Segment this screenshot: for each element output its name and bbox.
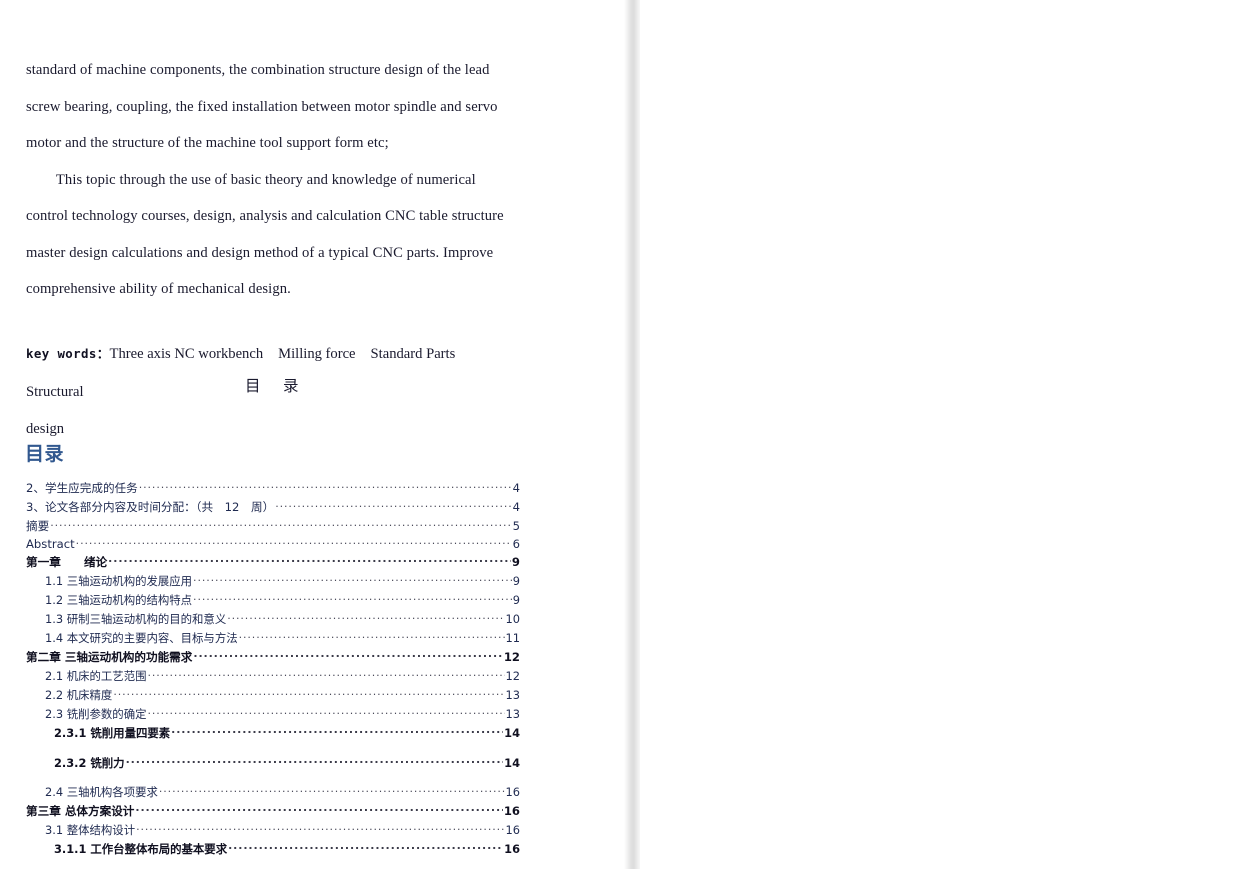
toc-entry-label: 3.1.1 工作台整体布局的基本要求 [54,842,228,857]
toc-page-number: 10 [505,612,521,627]
toc-dot-leader [228,842,503,853]
toc-entry[interactable]: 2、学生应完成的任务 4 [26,480,520,496]
toc-page-number: 13 [505,707,521,722]
toc-entry[interactable]: 2.4 三轴机构各项要求 16 [26,784,520,800]
centered-contents-title: 目录 [26,374,518,396]
toc-page-number: 9 [512,574,520,589]
toc-entry-label: 1.2 三轴运动机构的结构特点 [45,593,193,608]
keywords-wrapped-tail: design [26,420,65,437]
toc-page-number: 12 [505,669,521,684]
abstract-paragraph: standard of machine components, the comb… [26,62,498,151]
toc-entry-label: 2.1 机床的工艺范围 [45,669,147,684]
toc-entry[interactable]: 第三章 总体方案设计 16 [26,803,520,819]
toc-entry-label: 3.1 整体结构设计 [45,823,136,838]
toc-entry[interactable]: 2.2 机床精度 13 [26,687,520,703]
keyword-term: Standard Parts [370,345,456,362]
toc-dot-leader [171,726,503,737]
toc-page-number: 5 [512,518,520,533]
toc-dot-leader [147,669,504,680]
toc-dot-leader [193,650,503,662]
page-title: 目录 [25,443,65,465]
toc-entry[interactable]: 2.1 机床的工艺范围 12 [26,668,520,684]
toc-entry[interactable]: 1.4 本文研究的主要内容、目标与方法 11 [26,630,520,646]
toc-page-number: 11 [505,631,521,646]
toc-dot-leader [239,631,505,642]
toc-entry-label: 1.1 三轴运动机构的发展应用 [45,574,193,589]
toc-entry[interactable]: 摘要 5 [26,518,520,534]
toc-dot-leader [108,555,511,567]
toc-entry[interactable]: 2.3.1 铣削用量四要素 14 [26,725,520,741]
toc-entry-label: 2.3.1 铣削用量四要素 [54,726,171,741]
keyword-term: Milling force [278,345,356,362]
toc-entry[interactable]: 1.1 三轴运动机构的发展应用 9 [26,573,520,589]
toc-dot-leader [76,537,512,549]
toc-entry[interactable]: 2.3.2 铣削力 14 [26,755,520,771]
toc-entry-label: Abstract [26,537,75,552]
toc-page-number: 14 [504,726,520,741]
toc-entry[interactable]: Abstract 6 [26,537,520,552]
toc-dot-leader [126,755,504,766]
toc-page-number: 16 [503,804,520,819]
abstract-paragraph: This topic through the use of basic theo… [26,171,504,298]
toc-entry-label: 第二章 三轴运动机构的功能需求 [26,650,193,665]
toc-page-number: 14 [504,755,520,770]
toc-page-number: 9 [511,555,520,570]
toc-entry-label: 2.3 铣削参数的确定 [45,707,147,722]
contents-title-char-2: 录 [283,378,300,395]
toc-entry-label: 第一章 绪论 [26,555,108,570]
keywords-label: key words： [26,345,110,361]
toc-dot-leader [147,707,504,718]
toc-entry[interactable]: 3.1 整体结构设计 16 [26,822,520,838]
toc-dot-leader [113,688,504,699]
toc-dot-leader [275,499,511,511]
toc-entry-label: 1.3 研制三轴运动机构的目的和意义 [45,612,227,627]
toc-dot-leader [227,612,504,623]
toc-entry[interactable]: 第一章 绪论 9 [26,554,520,570]
toc-entry[interactable]: 1.3 研制三轴运动机构的目的和意义 10 [26,611,520,627]
document-viewer[interactable]: standard of machine components, the comb… [0,0,1251,869]
toc-page-number: 12 [503,650,520,665]
toc-entry-label: 2、学生应完成的任务 [26,480,138,495]
toc-page-number: 16 [505,823,521,838]
toc-entry[interactable]: 2.3 铣削参数的确定 13 [26,706,520,722]
toc-entry[interactable]: 1.2 三轴运动机构的结构特点 9 [26,592,520,608]
document-page-left: standard of machine components, the comb… [0,0,628,869]
toc-entry-label: 1.4 本文研究的主要内容、目标与方法 [45,631,238,646]
toc-dot-leader [139,480,512,492]
document-page-right: 3.1.2 工作台总体布局的设计173.1.3 三轴铣削工作台的机械结构193.… [640,0,1251,869]
toc-page-number: 4 [512,480,520,495]
toc-entry-label: 摘要 [26,518,50,533]
toc-entry-label: 3、论文各部分内容及时间分配：（共 12 周） [26,499,275,514]
toc-dot-leader [193,574,512,585]
toc-entry[interactable]: 3.1.1 工作台整体布局的基本要求 16 [26,841,520,857]
toc-entry-label: 第三章 总体方案设计 [26,804,135,819]
toc-page-number: 16 [504,842,520,857]
toc-page-number: 6 [512,537,520,552]
toc-dot-leader [159,785,505,796]
toc-dot-leader [50,518,511,530]
toc-dot-leader [135,804,502,816]
keyword-term: Three axis NC workbench [109,345,264,362]
toc-dot-leader [136,823,504,834]
toc-page-number: 9 [512,593,520,608]
toc-page-number: 16 [505,785,521,800]
toc-entry-label: 2.3.2 铣削力 [54,755,125,770]
toc-page-number: 4 [512,499,520,514]
table-of-contents-left: 2、学生应完成的任务 4 3、论文各部分内容及时间分配：（共 12 周） 4 摘要 5 Ab… [26,479,520,857]
contents-title-char-1: 目 [244,378,261,395]
toc-entry[interactable]: 第二章 三轴运动机构的功能需求 12 [26,649,520,665]
toc-entry[interactable]: 3、论文各部分内容及时间分配：（共 12 周） 4 [26,499,520,515]
toc-dot-leader [193,593,512,604]
toc-entry-label: 2.4 三轴机构各项要求 [45,785,158,800]
toc-page-number: 13 [505,688,521,703]
toc-entry-label: 2.2 机床精度 [45,688,113,703]
